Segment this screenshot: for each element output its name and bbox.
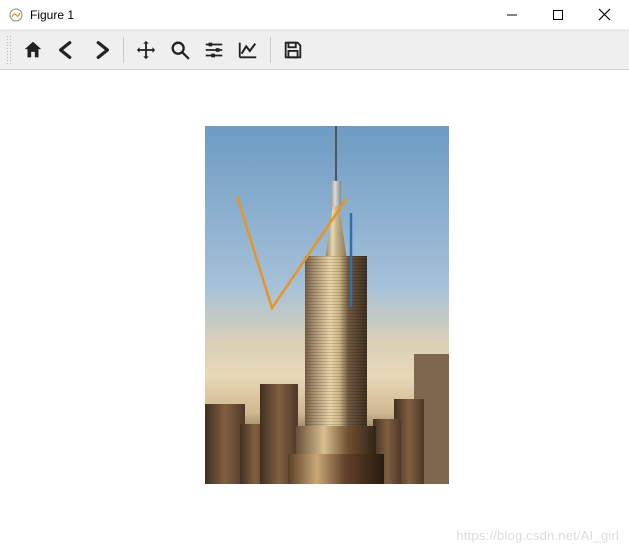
home-button[interactable] <box>17 34 49 66</box>
window-title: Figure 1 <box>30 8 489 22</box>
edit-axis-button[interactable] <box>232 34 264 66</box>
toolbar-separator <box>270 37 271 63</box>
close-button[interactable] <box>581 0 627 30</box>
zoom-button[interactable] <box>164 34 196 66</box>
watermark: https://blog.csdn.net/AI_girl <box>456 528 619 543</box>
pan-button[interactable] <box>130 34 162 66</box>
toolbar <box>0 30 629 70</box>
save-button[interactable] <box>277 34 309 66</box>
minimize-button[interactable] <box>489 0 535 30</box>
toolbar-grip <box>6 35 11 65</box>
window-controls <box>489 0 627 30</box>
configure-subplots-button[interactable] <box>198 34 230 66</box>
maximize-button[interactable] <box>535 0 581 30</box>
back-button[interactable] <box>51 34 83 66</box>
plot-image <box>205 126 449 484</box>
toolbar-separator <box>123 37 124 63</box>
figure-canvas[interactable]: https://blog.csdn.net/AI_girl <box>0 70 629 549</box>
forward-button[interactable] <box>85 34 117 66</box>
titlebar: Figure 1 <box>0 0 629 30</box>
app-icon <box>8 7 24 23</box>
